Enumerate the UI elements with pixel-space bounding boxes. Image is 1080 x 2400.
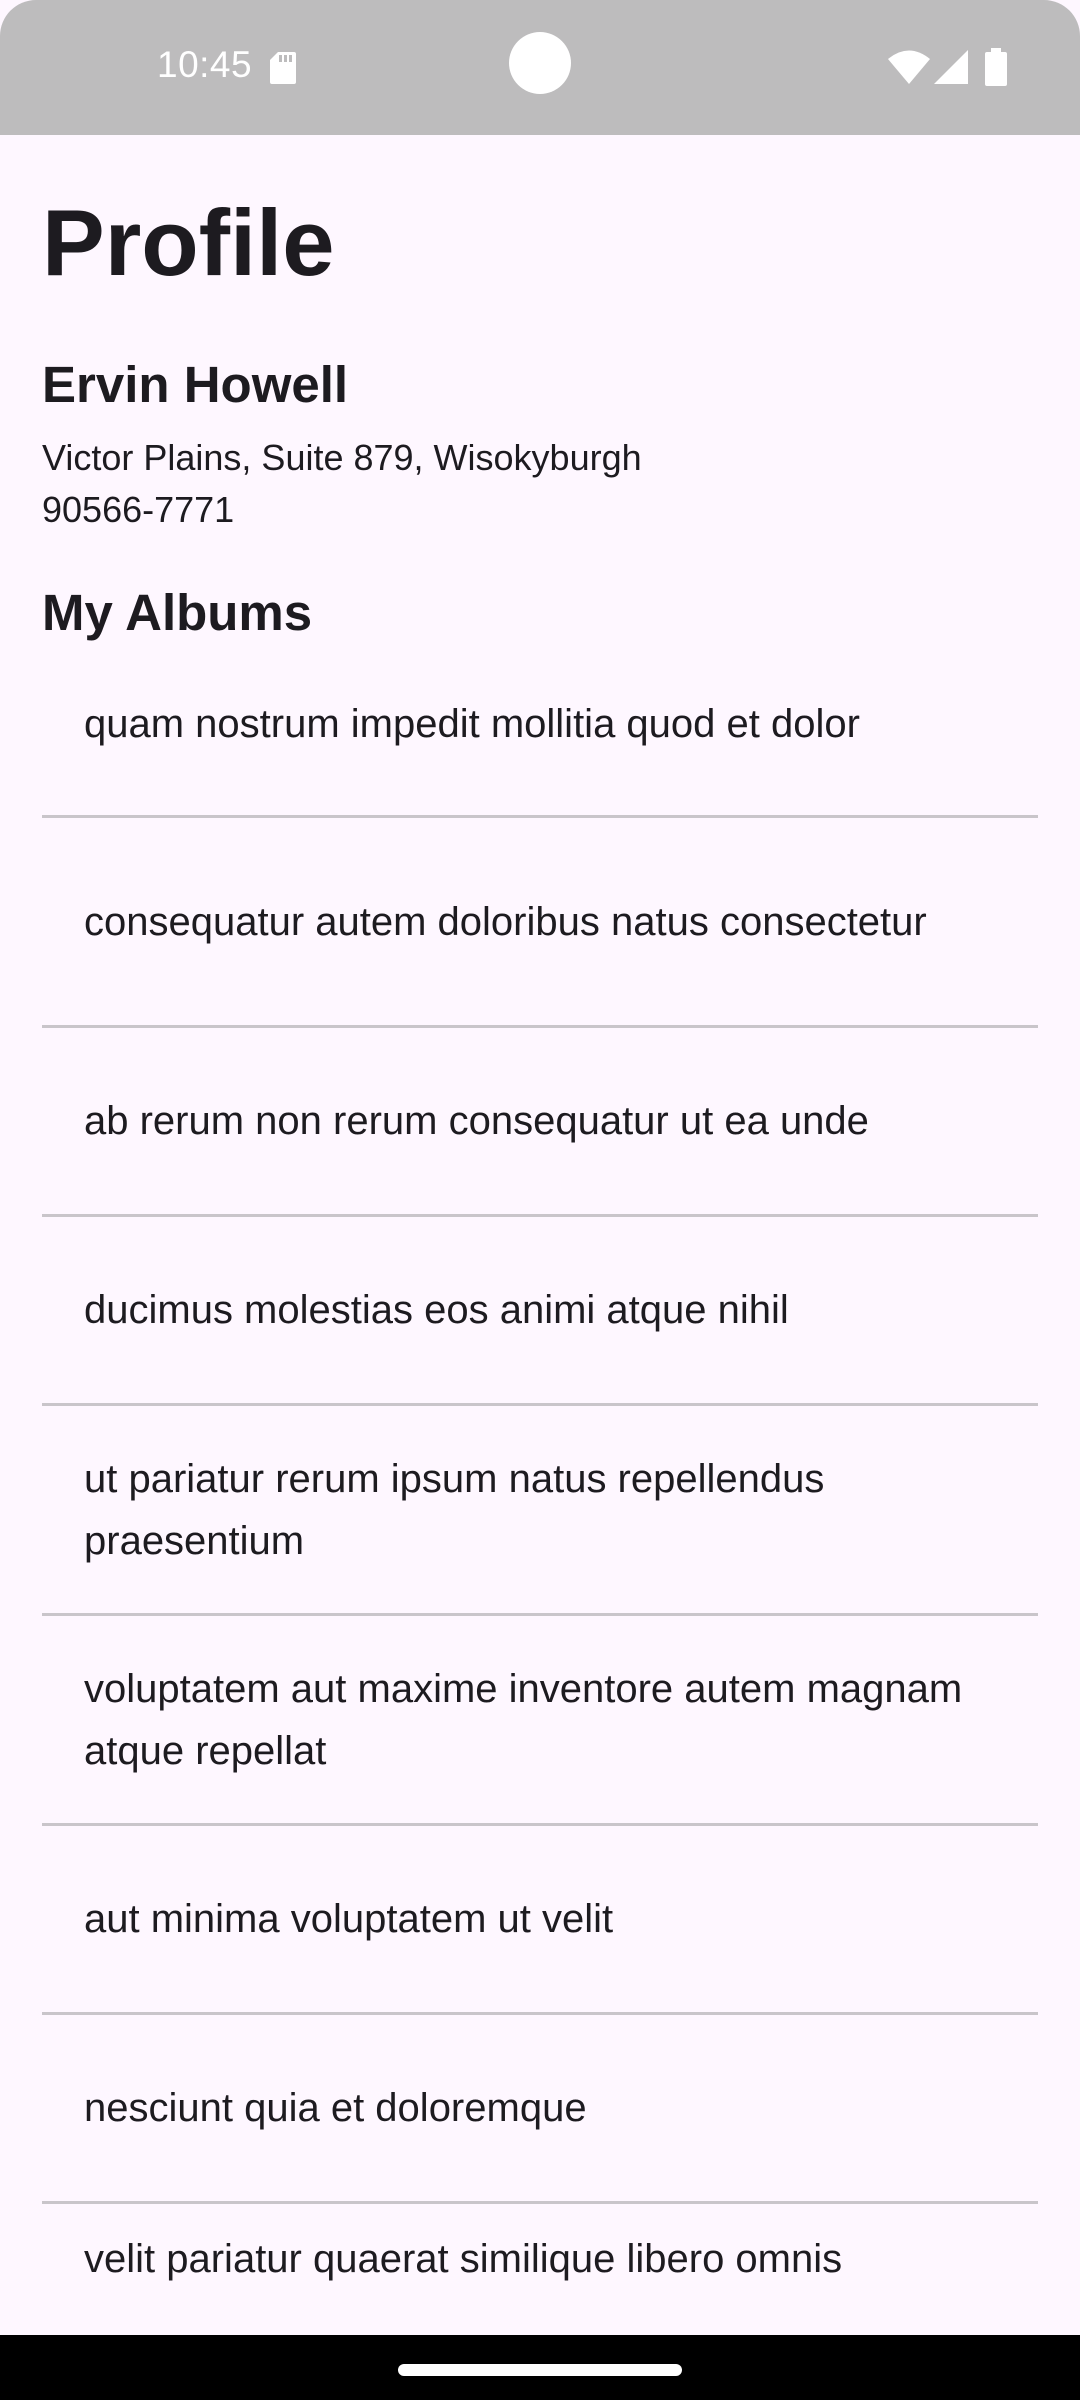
sd-card-icon bbox=[270, 52, 296, 84]
wifi-icon bbox=[888, 50, 930, 84]
album-item[interactable]: quam nostrum impedit mollitia quod et do… bbox=[42, 673, 1038, 818]
home-gesture-handle[interactable] bbox=[398, 2364, 682, 2376]
camera-cutout bbox=[509, 32, 571, 94]
page-title: Profile bbox=[42, 190, 335, 295]
profile-content[interactable]: Profile Ervin Howell Victor Plains, Suit… bbox=[0, 135, 1080, 2335]
address-line: Victor Plains, Suite 879, Wisokyburgh bbox=[42, 437, 642, 478]
profile-name: Ervin Howell bbox=[42, 356, 349, 413]
album-list: quam nostrum impedit mollitia quod et do… bbox=[42, 673, 1038, 2324]
album-item[interactable]: ducimus molestias eos animi atque nihil bbox=[42, 1217, 1038, 1406]
screen: 10:45 Profile Ervin Howell Victor Plains… bbox=[0, 0, 1080, 2400]
battery-icon bbox=[985, 48, 1007, 86]
album-item[interactable]: velit pariatur quaerat similique libero … bbox=[42, 2204, 1038, 2324]
album-item[interactable]: consequatur autem doloribus natus consec… bbox=[42, 818, 1038, 1028]
album-item[interactable]: ab rerum non rerum consequatur ut ea und… bbox=[42, 1028, 1038, 1217]
profile-address: Victor Plains, Suite 879, Wisokyburgh 90… bbox=[42, 432, 642, 536]
albums-section-title: My Albums bbox=[42, 584, 313, 641]
album-item[interactable]: aut minima voluptatem ut velit bbox=[42, 1826, 1038, 2015]
album-item[interactable]: ut pariatur rerum ipsum natus repellendu… bbox=[42, 1406, 1038, 1616]
signal-icon bbox=[934, 50, 968, 84]
album-item[interactable]: nesciunt quia et doloremque bbox=[42, 2015, 1038, 2204]
postal-code: 90566-7771 bbox=[42, 489, 235, 530]
status-time: 10:45 bbox=[157, 44, 253, 85]
album-item[interactable]: voluptatem aut maxime inventore autem ma… bbox=[42, 1616, 1038, 1826]
status-bar: 10:45 bbox=[0, 0, 1080, 135]
navigation-bar bbox=[0, 2335, 1080, 2400]
